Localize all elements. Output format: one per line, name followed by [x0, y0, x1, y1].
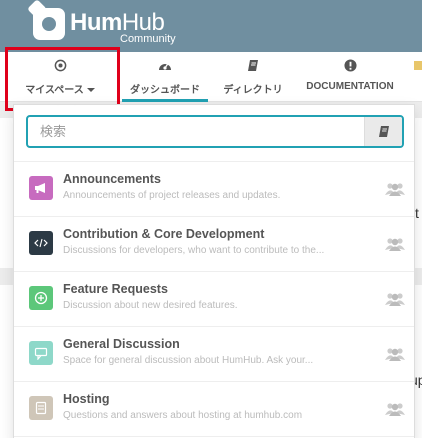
- book-icon: [378, 126, 389, 137]
- space-description: Announcements of project releases and up…: [63, 190, 281, 201]
- nav-documentation[interactable]: DOCUMENTATION: [300, 52, 400, 102]
- main-nav: マイスペース ダッシュボード ディレクトリ DOCUMENTATION: [0, 52, 422, 102]
- space-name: Hosting: [63, 392, 110, 406]
- nav-dashboard[interactable]: ダッシュボード: [122, 52, 208, 102]
- nav-directory-label: ディレクトリ: [223, 85, 283, 96]
- group-icon: [385, 182, 405, 201]
- nav-documentation-label: DOCUMENTATION: [306, 81, 394, 92]
- space-item[interactable]: Feature Requests Discussion about new de…: [14, 272, 414, 327]
- space-chooser-dropdown: Announcements Announcements of project r…: [13, 104, 415, 438]
- directory-button[interactable]: [364, 117, 402, 146]
- plus-circle-icon: [34, 291, 48, 305]
- top-header: HumHub Community: [0, 0, 422, 52]
- space-description: Discussion about new desired features.: [63, 300, 238, 311]
- chat-icon: [34, 347, 48, 360]
- space-name: General Discussion: [63, 337, 180, 351]
- space-name: Feature Requests: [63, 282, 168, 296]
- space-avatar: [29, 176, 53, 200]
- extra-icon: [412, 59, 422, 73]
- space-avatar: [29, 231, 53, 255]
- group-icon: [385, 347, 405, 366]
- megaphone-icon: [35, 183, 45, 193]
- space-description: Questions and answers about hosting at h…: [63, 410, 303, 421]
- dashboard-icon: [122, 59, 208, 73]
- space-item[interactable]: Announcements Announcements of project r…: [14, 162, 414, 217]
- space-avatar: [29, 396, 53, 420]
- group-icon: [385, 292, 405, 311]
- logo-mark: [33, 8, 65, 40]
- background-text: t: [415, 205, 419, 221]
- logo-subtitle: Community: [120, 33, 176, 45]
- space-description: Discussions for developers, who want to …: [63, 245, 325, 256]
- space-search: [26, 115, 404, 148]
- space-item[interactable]: Contribution & Core Development Discussi…: [14, 217, 414, 272]
- code-icon: [34, 238, 48, 248]
- space-item[interactable]: Hosting Questions and answers about host…: [14, 382, 414, 437]
- nav-more-item[interactable]: [412, 52, 422, 102]
- group-icon: [385, 237, 405, 256]
- target-icon: [5, 59, 115, 73]
- humhub-logo[interactable]: HumHub Community: [27, 0, 190, 47]
- caret-down-icon: [86, 88, 95, 93]
- space-item[interactable]: General Discussion Space for general dis…: [14, 327, 414, 382]
- space-avatar: [29, 341, 53, 365]
- nav-directory[interactable]: ディレクトリ: [212, 52, 294, 102]
- group-icon: [385, 402, 405, 421]
- nav-my-spaces-label: マイスペース: [25, 85, 84, 96]
- info-icon: [300, 59, 400, 73]
- space-description: Space for general discussion about HumHu…: [63, 355, 314, 366]
- nav-dashboard-label: ダッシュボード: [130, 85, 200, 96]
- space-name: Contribution & Core Development: [63, 227, 265, 241]
- space-name: Announcements: [63, 172, 161, 186]
- space-search-input[interactable]: [28, 117, 366, 146]
- book-icon: [212, 59, 294, 73]
- space-avatar: [29, 286, 53, 310]
- server-icon: [35, 401, 47, 415]
- nav-my-spaces[interactable]: マイスペース: [5, 52, 115, 102]
